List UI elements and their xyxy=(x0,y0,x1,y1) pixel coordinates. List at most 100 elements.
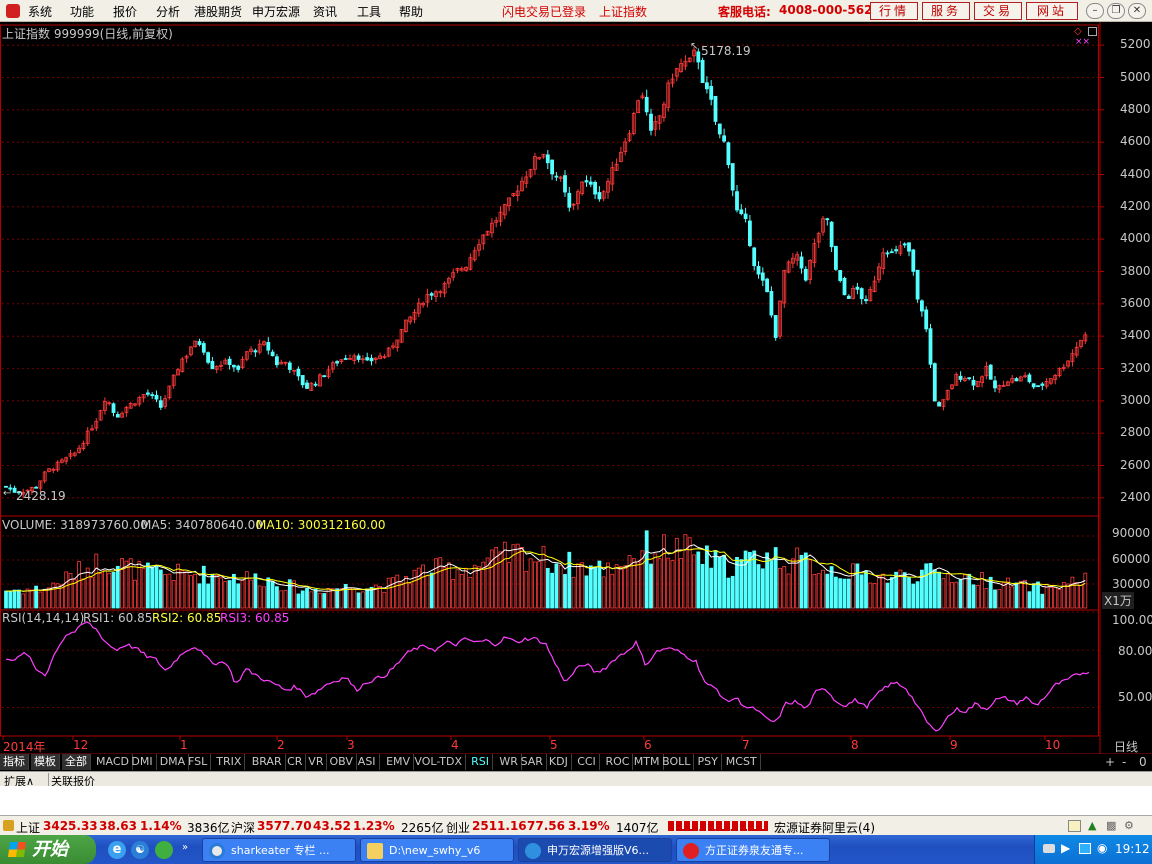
hotline-number: 4008-000-562 xyxy=(779,3,873,17)
candle-down xyxy=(322,375,327,378)
minimize-icon[interactable]: – xyxy=(1086,3,1104,19)
cy-index-pct: 3.19% xyxy=(568,819,610,833)
chat-icon[interactable] xyxy=(155,841,173,859)
indicator-tab-vol-tdx[interactable]: VOL-TDX xyxy=(411,754,466,770)
price-tick: 3000 xyxy=(1120,392,1151,407)
settings-icon[interactable]: ⚙ xyxy=(1124,819,1134,832)
indicator-tab-trix[interactable]: TRIX xyxy=(213,754,246,770)
price-tick: 5000 xyxy=(1120,69,1151,84)
volume-bar xyxy=(236,583,241,609)
volume-icon[interactable]: ▶ xyxy=(1061,841,1070,855)
note-icon[interactable] xyxy=(1068,820,1081,832)
menu-function[interactable]: 功能 xyxy=(70,3,94,20)
indicator-tab-kdj[interactable]: KDJ xyxy=(546,754,572,770)
volume-bar xyxy=(967,573,972,609)
indicator-tab-asi[interactable]: ASI xyxy=(355,754,380,770)
menu-swhy[interactable]: 申万宏源 xyxy=(252,3,300,20)
candle-down xyxy=(834,245,838,270)
indicator-tab-[interactable]: 模板 xyxy=(31,754,60,770)
square-icon[interactable] xyxy=(1088,27,1097,36)
indicator-tab-roc[interactable]: ROC xyxy=(603,754,634,770)
indicator-tab-fsl[interactable]: FSL xyxy=(185,754,212,770)
cy-index-label[interactable]: 创业 xyxy=(446,819,470,836)
indicator-tab-dmi[interactable]: DMI xyxy=(128,754,157,770)
menu-hk-futures[interactable]: 港股期货 xyxy=(194,3,242,20)
menu-help[interactable]: 帮助 xyxy=(399,3,423,20)
indicator-tab-cr[interactable]: CR xyxy=(284,754,307,770)
trade-button[interactable]: 交易 xyxy=(974,2,1022,20)
volume-bar xyxy=(356,592,361,609)
browser-icon[interactable]: ☯ xyxy=(131,841,149,859)
indicator-tab-mcst[interactable]: MCST xyxy=(723,754,761,770)
candle-down xyxy=(696,51,701,63)
service-button[interactable]: 服务 xyxy=(922,2,970,20)
signal-icon: ▲ xyxy=(1088,819,1097,832)
reset-button[interactable]: 0 xyxy=(1139,755,1147,769)
indicator-tab-obv[interactable]: OBV xyxy=(327,754,357,770)
volume-bar xyxy=(145,562,150,609)
taskbar-item-browser[interactable]: sharkeater 专栏 ... xyxy=(202,838,356,862)
candle-down xyxy=(429,293,434,296)
indicator-tab-brar[interactable]: BRAR xyxy=(249,754,286,770)
candle-down xyxy=(717,123,722,135)
menu-quote[interactable]: 报价 xyxy=(113,3,137,20)
indicator-tab-emv[interactable]: EMV xyxy=(383,754,415,770)
website-button[interactable]: 网站 xyxy=(1026,2,1078,20)
candle-down xyxy=(932,363,937,402)
candle-down xyxy=(928,328,933,365)
hs-index-label[interactable]: 沪深 xyxy=(231,819,255,836)
network-icon[interactable] xyxy=(1079,843,1091,854)
indicator-tab-cci[interactable]: CCI xyxy=(574,754,600,770)
menu-analysis[interactable]: 分析 xyxy=(156,3,180,20)
indicator-tab-[interactable]: 指标 xyxy=(0,754,29,770)
volume-bar xyxy=(537,561,542,609)
period-label[interactable]: 日线 xyxy=(1114,738,1138,755)
indicator-tab-sar[interactable]: SAR xyxy=(518,754,547,770)
restore-icon[interactable]: ❐ xyxy=(1107,3,1125,19)
taskbar-item-founder[interactable]: 方正证券泉友通专... xyxy=(676,838,830,862)
start-button[interactable]: 开始 xyxy=(0,835,96,864)
candle-down xyxy=(765,278,769,293)
menu-info[interactable]: 资讯 xyxy=(313,3,337,20)
diamond-icon[interactable]: ◇ xyxy=(1074,26,1082,37)
volume-bar xyxy=(825,573,830,609)
indicator-tab-vr[interactable]: VR xyxy=(305,754,328,770)
volume-bar xyxy=(954,581,959,609)
indicator-tab-[interactable]: 全部 xyxy=(62,754,91,770)
candle-down xyxy=(369,357,374,362)
volume-bar xyxy=(1053,587,1058,609)
volume-bar xyxy=(722,554,726,609)
sh-index-label[interactable]: 上证 xyxy=(16,819,40,836)
index-link[interactable]: 上证指数 xyxy=(599,3,647,20)
candle-down xyxy=(115,414,120,418)
keyboard-icon[interactable] xyxy=(1043,844,1055,853)
panel-border xyxy=(0,24,1099,517)
volume-bar xyxy=(1010,586,1015,609)
kline-chart[interactable] xyxy=(0,22,1152,757)
volume-bar xyxy=(283,589,288,609)
indicator-tab-psy[interactable]: PSY xyxy=(695,754,722,770)
security-shield-icon[interactable]: ◉ xyxy=(1097,841,1107,855)
taskbar-item-folder[interactable]: D:\new_swhy_v6 xyxy=(360,838,514,862)
zoom-in-button[interactable]: + xyxy=(1105,755,1115,769)
date-label: 10 xyxy=(1045,738,1061,752)
overflow-icon[interactable]: » xyxy=(182,842,188,853)
broker-server[interactable]: 宏源证券阿里云(4) xyxy=(774,819,875,836)
indicator-tab-boll[interactable]: BOLL xyxy=(659,754,695,770)
menu-tools[interactable]: 工具 xyxy=(357,3,381,20)
candle-down xyxy=(296,368,301,377)
volume-unit[interactable]: X1万 xyxy=(1102,592,1134,609)
ie-icon[interactable]: e xyxy=(108,841,126,859)
indicator-tab-rsi[interactable]: RSI xyxy=(468,754,493,770)
indicator-tab-macd[interactable]: MACD xyxy=(93,754,133,770)
zoom-out-button[interactable]: - xyxy=(1122,755,1126,769)
candle-down xyxy=(231,364,236,368)
menu-system[interactable]: 系统 xyxy=(28,3,52,20)
taskbar-item-swhy[interactable]: 申万宏源增强版V6... xyxy=(518,838,672,862)
close-icon[interactable]: ✕ xyxy=(1128,3,1146,19)
flash-trade-status[interactable]: 闪电交易已登录 xyxy=(502,3,586,20)
quotes-button[interactable]: 行情 xyxy=(870,2,918,20)
cross-icon[interactable]: ×× xyxy=(1075,37,1090,47)
candle-down xyxy=(1014,378,1019,382)
volume-bar xyxy=(601,576,606,609)
